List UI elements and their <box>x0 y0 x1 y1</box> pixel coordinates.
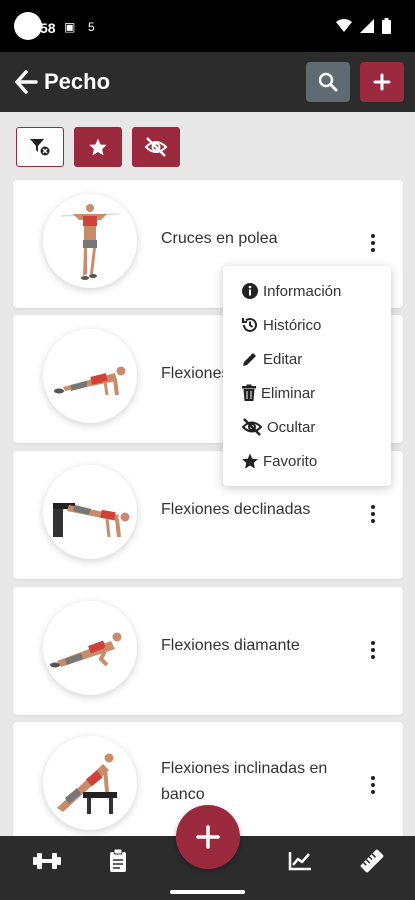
wifi-icon <box>336 19 352 32</box>
menu-item-eliminar[interactable]: Eliminar <box>223 376 391 410</box>
menu-item-label: Favorito <box>263 452 318 470</box>
nav-exercises[interactable] <box>27 846 67 876</box>
exercise-thumbnail <box>43 601 137 695</box>
menu-item-label: Histórico <box>263 316 322 334</box>
star-icon <box>89 138 107 156</box>
chart-icon <box>288 852 311 871</box>
menu-item-informacion[interactable]: Información <box>223 274 391 308</box>
favorites-filter-button[interactable] <box>74 127 122 167</box>
page-title: Pecho <box>44 69 111 94</box>
menu-item-label: Editar <box>263 350 303 368</box>
plus-icon <box>373 73 391 91</box>
exercise-name: Cruces en polea <box>161 230 278 247</box>
add-exercise-button[interactable] <box>360 62 404 102</box>
back-button[interactable] <box>14 68 40 96</box>
exercise-name: Flexiones inclinadas en banco <box>161 760 328 803</box>
more-options-button[interactable] <box>363 637 383 663</box>
exercise-thumbnail <box>43 194 137 288</box>
filter-row <box>16 127 180 167</box>
exercise-name: Flexiones declinadas <box>161 501 311 518</box>
menu-item-favorito[interactable]: Favorito <box>223 444 391 478</box>
hidden-filter-button[interactable] <box>132 127 180 167</box>
nav-progress[interactable] <box>280 846 320 876</box>
nav-measurements[interactable] <box>352 846 392 876</box>
cable-crossover-figure-icon <box>60 204 120 280</box>
more-options-button[interactable] <box>363 230 383 256</box>
clear-filter-button[interactable] <box>16 127 64 167</box>
star-icon <box>242 453 258 469</box>
exercise-name: Flexiones diamante <box>161 637 300 654</box>
exercise-thumbnail <box>43 329 137 423</box>
status-time: 58 <box>40 20 56 36</box>
menu-item-label: Ocultar <box>267 418 316 436</box>
trash-icon <box>242 384 256 401</box>
sim-notification-icon: 5 <box>88 20 95 34</box>
menu-item-historico[interactable]: Histórico <box>223 308 391 342</box>
filter-clear-icon <box>30 139 50 156</box>
home-indicator[interactable] <box>170 890 245 894</box>
search-button[interactable] <box>306 62 350 102</box>
exercise-thumbnail <box>43 736 137 830</box>
add-workout-button[interactable] <box>176 805 240 869</box>
more-options-button[interactable] <box>363 772 383 798</box>
search-icon <box>318 72 338 92</box>
menu-item-label: Eliminar <box>261 384 316 402</box>
plus-icon <box>196 825 220 849</box>
arrow-left-icon <box>15 70 38 94</box>
more-options-button[interactable] <box>363 501 383 527</box>
pushup-figure-icon <box>54 366 126 396</box>
decline-pushup-figure-icon <box>53 503 130 538</box>
app-bar: Pecho <box>0 52 415 112</box>
menu-item-label: Información <box>263 282 342 300</box>
nav-routines[interactable] <box>98 846 138 876</box>
info-icon <box>242 283 258 299</box>
ruler-icon <box>360 849 384 873</box>
status-bar: 58 ▣ 5 <box>0 0 415 52</box>
context-menu: Información Histórico Editar Eliminar Oc… <box>223 266 391 486</box>
clipboard-icon <box>110 849 126 872</box>
signal-icon <box>360 19 374 33</box>
battery-icon <box>382 18 391 34</box>
status-indicators <box>336 18 391 34</box>
menu-item-editar[interactable]: Editar <box>223 342 391 376</box>
eye-slash-icon <box>144 137 168 157</box>
dumbbell-icon <box>33 853 61 869</box>
pencil-icon <box>243 353 256 366</box>
menu-item-ocultar[interactable]: Ocultar <box>223 410 391 444</box>
exercise-thumbnail <box>43 465 137 559</box>
photo-notification-icon: ▣ <box>64 20 76 34</box>
eye-slash-icon <box>241 418 263 436</box>
diamond-pushup-figure-icon <box>50 632 122 668</box>
incline-bench-pushup-figure-icon <box>57 753 117 814</box>
history-icon <box>242 317 257 332</box>
exercise-card[interactable]: Flexiones diamante <box>13 587 403 715</box>
camera-cutout <box>14 12 42 40</box>
